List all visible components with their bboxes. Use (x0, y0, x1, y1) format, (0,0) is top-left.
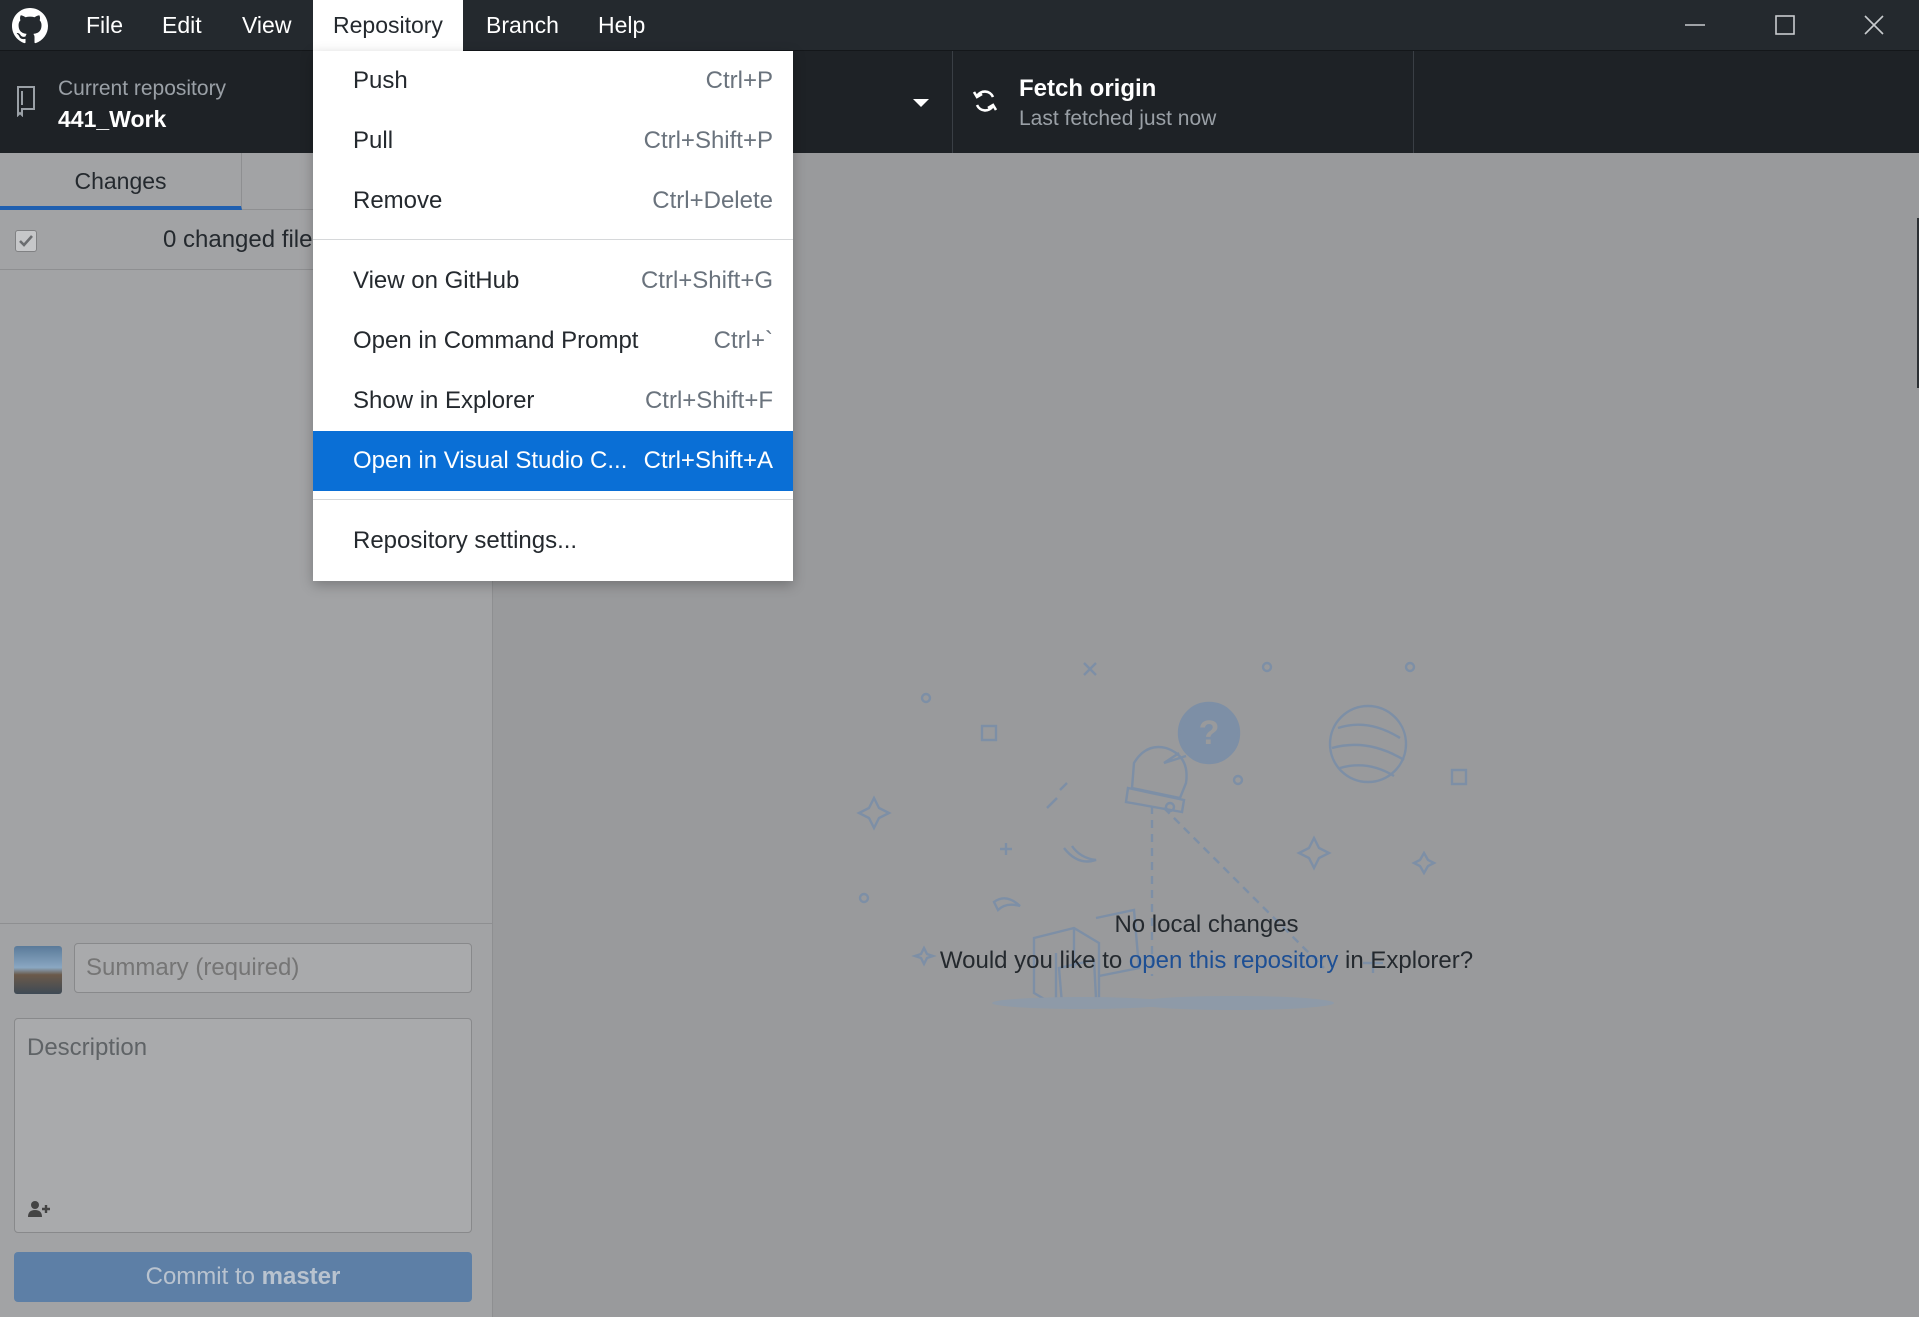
svg-text:?: ? (1199, 714, 1220, 752)
menu-item-repository-settings[interactable]: Repository settings... (313, 511, 793, 571)
commit-button[interactable]: Commit to master (14, 1252, 472, 1302)
menu-item-open-in-visual-studio-code[interactable]: Open in Visual Studio C... Ctrl+Shift+A (313, 431, 793, 491)
menu-edit[interactable]: Edit (142, 0, 222, 51)
menu-separator (313, 239, 793, 240)
menu-item-label: Remove (353, 187, 443, 214)
current-repository-name: 441_Work (58, 106, 167, 132)
repo-icon (17, 86, 35, 117)
avatar (14, 946, 62, 994)
minimize-icon (1685, 24, 1705, 26)
menu-item-view-on-github[interactable]: View on GitHub Ctrl+Shift+G (313, 251, 793, 311)
menu-item-label: Open in Command Prompt (353, 327, 639, 354)
github-logo-icon (12, 8, 48, 44)
menu-item-open-in-command-prompt[interactable]: Open in Command Prompt Ctrl+` (313, 311, 793, 371)
menu-item-shortcut: Ctrl+Shift+A (643, 447, 773, 474)
commit-button-branch: master (261, 1263, 341, 1290)
open-repository-link[interactable]: open this repository (1129, 947, 1338, 974)
menu-item-shortcut: Ctrl+` (713, 327, 773, 354)
menu-item-remove[interactable]: Remove Ctrl+Delete (313, 171, 793, 231)
fetch-origin-button[interactable]: Fetch origin Last fetched just now (953, 51, 1414, 153)
description-placeholder: Description (27, 1034, 148, 1061)
person-add-icon[interactable] (27, 1199, 53, 1219)
menu-item-label: Open in Visual Studio C... (353, 447, 628, 474)
repository-menu-dropdown: Push Ctrl+P Pull Ctrl+Shift+P Remove Ctr… (313, 51, 793, 581)
menu-view[interactable]: View (222, 0, 311, 51)
menu-separator (313, 499, 793, 500)
menu-item-label: Repository settings... (353, 527, 578, 554)
menu-item-push[interactable]: Push Ctrl+P (313, 51, 793, 111)
triangle-down-icon (913, 99, 929, 107)
close-window-button[interactable] (1829, 0, 1919, 51)
select-all-checkbox[interactable] (15, 230, 37, 252)
current-repository-label: Current repository (58, 77, 227, 100)
menu-item-shortcut: Ctrl+Shift+F (644, 387, 773, 414)
prompt-text-after: in Explorer? (1338, 947, 1474, 974)
commit-form: Description Commit to master (0, 923, 493, 1317)
commit-button-prefix: Commit to (145, 1263, 262, 1290)
commit-summary-input[interactable] (74, 943, 472, 993)
title-bar: File Edit View Repository Branch Help (0, 0, 1919, 51)
prompt-text-before: Would you like to (939, 947, 1129, 974)
menu-item-shortcut: Ctrl+Shift+P (643, 127, 773, 154)
menu-branch[interactable]: Branch (466, 0, 579, 51)
menu-item-shortcut: Ctrl+Shift+G (640, 267, 773, 294)
menu-item-shortcut: Ctrl+P (705, 67, 773, 94)
close-icon (1864, 15, 1884, 35)
menu-file[interactable]: File (66, 0, 143, 51)
last-fetched-status: Last fetched just now (1019, 107, 1217, 130)
fetch-origin-label: Fetch origin (1019, 75, 1157, 102)
menu-item-label: Push (353, 67, 408, 94)
changed-files-count: 0 changed files (163, 226, 325, 253)
checkmark-icon (19, 235, 33, 247)
tab-changes[interactable]: Changes (0, 153, 242, 210)
sync-icon (972, 90, 998, 112)
menu-item-label: Show in Explorer (353, 387, 535, 414)
maximize-icon (1775, 15, 1795, 35)
menu-item-pull[interactable]: Pull Ctrl+Shift+P (313, 111, 793, 171)
menu-help[interactable]: Help (578, 0, 665, 51)
menu-item-shortcut: Ctrl+Delete (652, 187, 773, 214)
maximize-button[interactable] (1740, 0, 1830, 51)
menu-item-show-in-explorer[interactable]: Show in Explorer Ctrl+Shift+F (313, 371, 793, 431)
current-repository-selector[interactable]: Current repository 441_Work (0, 51, 315, 153)
menu-item-label: View on GitHub (353, 267, 520, 294)
minimize-button[interactable] (1650, 0, 1740, 51)
no-changes-prompt: Would you like to open this repository i… (494, 947, 1919, 975)
menu-item-label: Pull (353, 127, 394, 154)
no-changes-title: No local changes (1114, 911, 1299, 938)
commit-description-input[interactable]: Description (14, 1018, 472, 1233)
menu-repository[interactable]: Repository (313, 0, 463, 51)
toolbar: Current repository 441_Work Fetch origin… (0, 51, 1919, 153)
